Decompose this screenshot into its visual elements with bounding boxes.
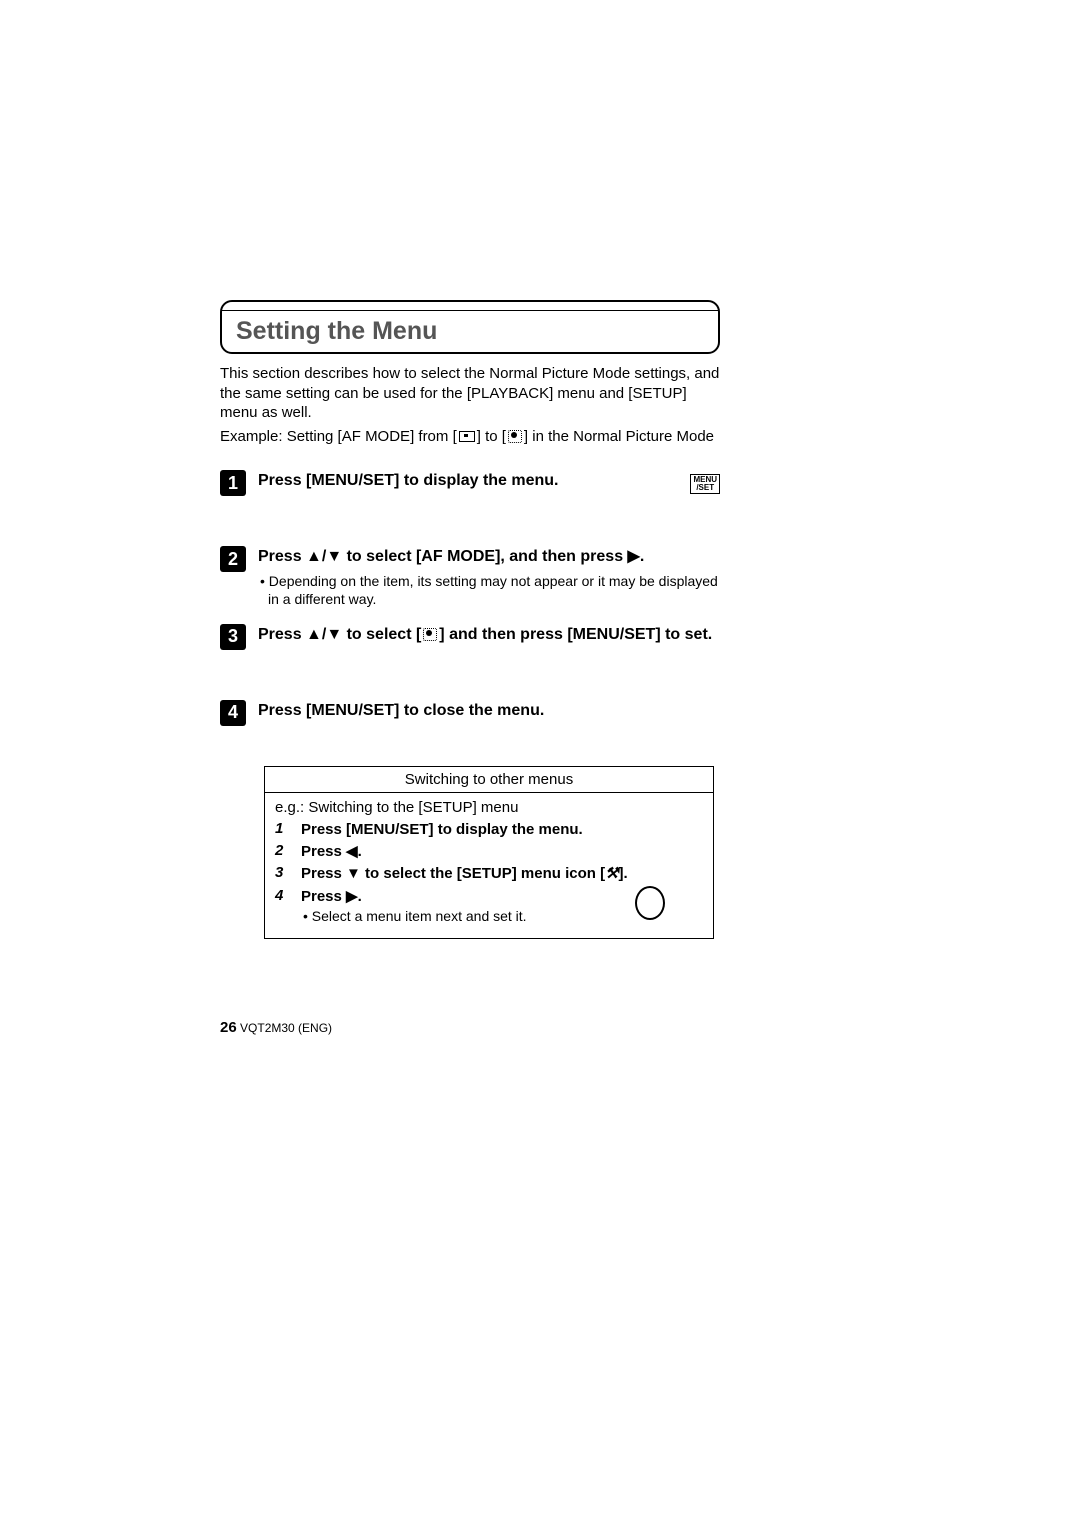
box-item-2-text: Press ◀.: [301, 842, 703, 862]
step-2: 2 Press ▲/▼ to select [AF MODE], and the…: [220, 546, 720, 608]
box-item-2: 2 Press ◀.: [275, 842, 703, 862]
example-mid: ] to [: [477, 428, 506, 445]
box-item-1: 1 Press [MENU/SET] to display the menu.: [275, 820, 703, 840]
box-item-4-num: 4: [275, 887, 287, 904]
step-1: 1 Press [MENU/SET] to display the menu.: [220, 470, 720, 496]
box-item-1-text: Press [MENU/SET] to display the menu.: [301, 820, 703, 840]
face-detect-icon: [423, 628, 437, 641]
page-footer: 26 VQT2M30 (ENG): [220, 1019, 332, 1036]
box-item-3-text: Press ▼ to select the [SETUP] menu icon …: [301, 864, 703, 884]
af-single-icon: [459, 431, 475, 442]
step-number-2: 2: [220, 546, 246, 572]
switching-menus-box: Switching to other menus e.g.: Switching…: [264, 766, 714, 939]
step-2-bullet: • Depending on the item, its setting may…: [258, 572, 720, 608]
example-text: Example: Setting [AF MODE] from [ ] to []…: [220, 427, 720, 447]
box-item-3: 3 Press ▼ to select the [SETUP] menu ico…: [275, 864, 703, 884]
wrench-icon: ⚒: [605, 864, 618, 884]
example-suffix: ] in the Normal Picture Mode: [524, 428, 714, 445]
step-4: 4 Press [MENU/SET] to close the menu.: [220, 700, 720, 726]
step-3-title-a: Press ▲/▼ to select [: [258, 626, 421, 643]
step-number-1: 1: [220, 470, 246, 496]
step-number-4: 4: [220, 700, 246, 726]
title-box: Setting the Menu: [220, 300, 720, 354]
box-item-4-main: Press ▶.: [301, 888, 362, 905]
step-1-title: Press [MENU/SET] to display the menu.: [258, 470, 720, 492]
step-number-3: 3: [220, 624, 246, 650]
step-4-title: Press [MENU/SET] to close the menu.: [258, 700, 720, 722]
box-item-3-text-a: Press ▼ to select the [SETUP] menu icon …: [301, 865, 605, 882]
doc-id: VQT2M30 (ENG): [237, 1021, 332, 1035]
box-eg: e.g.: Switching to the [SETUP] menu: [275, 799, 703, 816]
menu-set-button-icon: MENU /SET: [690, 474, 720, 494]
intro-text: This section describes how to select the…: [220, 364, 720, 423]
box-item-2-num: 2: [275, 842, 287, 859]
step-3-title: Press ▲/▼ to select [ ] and then press [M…: [258, 624, 720, 646]
example-prefix: Example: Setting [AF MODE] from [: [220, 428, 457, 445]
box-item-1-num: 1: [275, 820, 287, 837]
step-3-title-b: ] and then press [MENU/SET] to set.: [439, 626, 712, 643]
step-2-title: Press ▲/▼ to select [AF MODE], and then …: [258, 546, 720, 568]
face-detect-icon: [508, 430, 522, 443]
menu-set-bottom: /SET: [693, 484, 717, 492]
page-title: Setting the Menu: [236, 317, 437, 345]
step-3: 3 Press ▲/▼ to select [ ] and then press …: [220, 624, 720, 650]
page-number: 26: [220, 1019, 237, 1036]
control-dial-icon: [635, 886, 665, 920]
box-item-3-num: 3: [275, 864, 287, 881]
manual-page: Setting the Menu This section describes …: [220, 300, 720, 939]
box-header: Switching to other menus: [265, 767, 713, 793]
box-item-3-text-b: ].: [619, 865, 628, 882]
